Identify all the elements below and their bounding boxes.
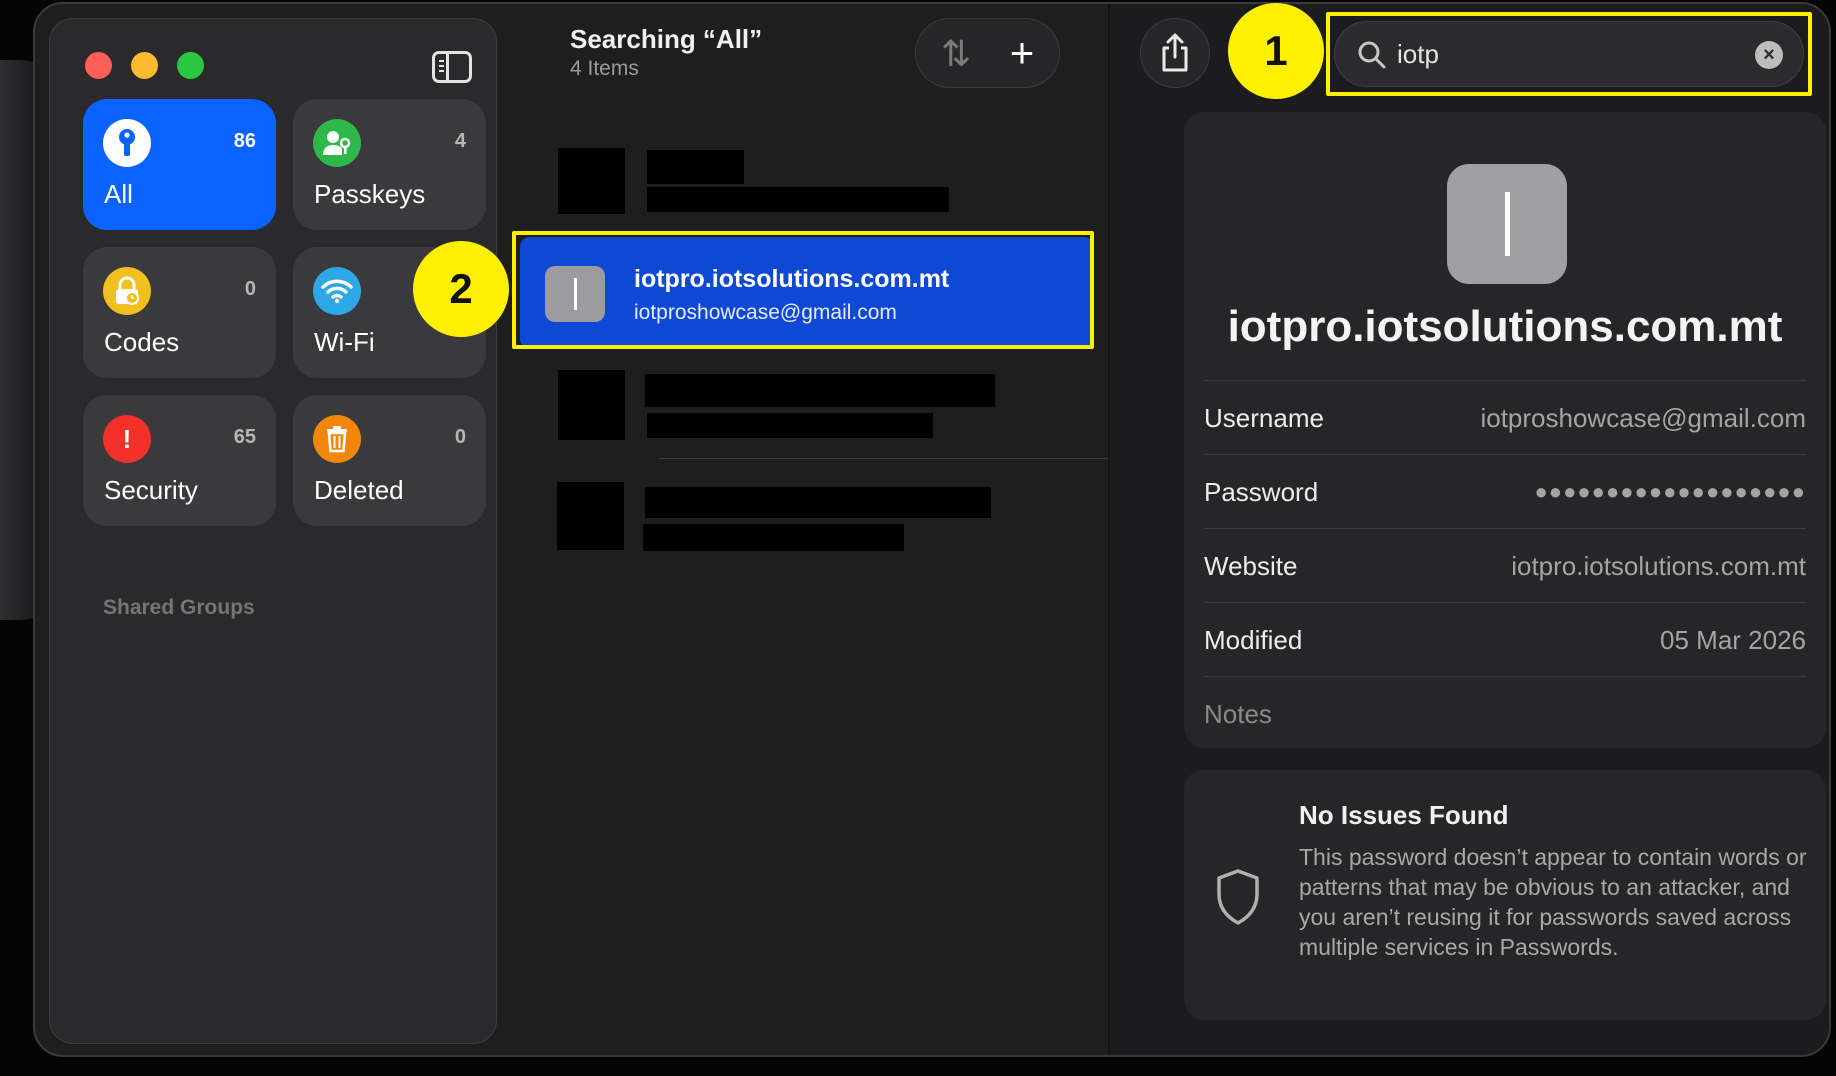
website-value[interactable]: iotpro.iotsolutions.com.mt xyxy=(1511,551,1806,582)
minimize-window-button[interactable] xyxy=(131,52,158,79)
password-value[interactable]: ●●●●●●●●●●●●●●●●●●● xyxy=(1535,479,1806,505)
clear-search-icon[interactable]: × xyxy=(1755,41,1783,69)
redacted-row-title xyxy=(647,150,744,184)
list-toolbar: ⇅ + xyxy=(915,18,1060,88)
detail-pane: iotp × iotpro.iotsolutions.com.mt Userna… xyxy=(1110,4,1829,1055)
search-field[interactable]: iotp × xyxy=(1334,21,1804,87)
redacted-row-subtitle xyxy=(643,524,904,551)
category-label: Codes xyxy=(104,327,180,357)
category-card-deleted[interactable]: 0 Deleted xyxy=(293,395,486,526)
credential-title: iotpro.iotsolutions.com.mt xyxy=(1227,302,1783,351)
category-card-passkeys[interactable]: 4 Passkeys xyxy=(293,99,486,230)
shared-groups-heading: Shared Groups xyxy=(103,596,255,619)
sidebar: 86 All 4 Passkeys 0 Codes Wi-Fi ! 65 Sec… xyxy=(49,18,497,1044)
username-row[interactable]: Username iotproshowcase@gmail.com xyxy=(1204,380,1806,454)
redacted-row-subtitle xyxy=(647,187,949,212)
key-icon xyxy=(103,119,151,167)
passwords-window: 86 All 4 Passkeys 0 Codes Wi-Fi ! 65 Sec… xyxy=(33,2,1831,1057)
list-item-count: 4 Items xyxy=(570,57,639,80)
category-card-codes[interactable]: 0 Codes xyxy=(83,247,276,378)
site-avatar-icon xyxy=(545,266,605,322)
redacted-row-icon xyxy=(557,482,624,550)
person-key-icon xyxy=(313,119,361,167)
zoom-window-button[interactable] xyxy=(177,52,204,79)
category-label: Security xyxy=(104,475,198,505)
redacted-row-title xyxy=(645,374,995,407)
notes-row[interactable]: Notes xyxy=(1204,676,1806,750)
category-card-security[interactable]: ! 65 Security xyxy=(83,395,276,526)
wifi-icon xyxy=(313,267,361,315)
security-recommendation-card: No Issues Found This password doesn’t ap… xyxy=(1184,770,1826,1020)
search-icon xyxy=(1358,41,1386,69)
add-icon[interactable]: + xyxy=(994,29,1050,79)
category-label: Wi-Fi xyxy=(314,327,375,357)
category-label: Deleted xyxy=(314,475,404,505)
list-title: Searching “All” xyxy=(570,24,763,54)
modified-row: Modified 05 Mar 2026 xyxy=(1204,602,1806,676)
redacted-row-title xyxy=(645,487,991,518)
field-label: Website xyxy=(1204,551,1298,581)
annotation-badge-1: 1 xyxy=(1228,3,1324,99)
category-count: 0 xyxy=(244,278,256,300)
lock-clock-icon xyxy=(103,267,151,315)
sidebar-toggle-icon[interactable] xyxy=(432,51,472,83)
shield-icon xyxy=(1217,869,1259,925)
redacted-row-icon xyxy=(558,370,625,440)
sort-icon[interactable]: ⇅ xyxy=(928,29,984,79)
site-avatar-icon xyxy=(1447,164,1567,284)
category-card-all[interactable]: 86 All xyxy=(83,99,276,230)
row-separator xyxy=(659,458,1109,459)
trash-icon xyxy=(313,415,361,463)
item-list-pane: Searching “All” 4 Items ⇅ + iotpro.iotso… xyxy=(511,4,1109,1055)
security-status-title: No Issues Found xyxy=(1299,800,1509,830)
category-label: Passkeys xyxy=(314,179,426,209)
list-item-selected[interactable]: iotpro.iotsolutions.com.mt iotproshowcas… xyxy=(520,237,1094,349)
exclamation-icon: ! xyxy=(103,415,151,463)
search-input[interactable]: iotp xyxy=(1397,39,1439,70)
field-label: Username xyxy=(1204,403,1324,433)
modified-value: 05 Mar 2026 xyxy=(1660,625,1806,655)
redacted-row-icon xyxy=(558,148,625,214)
field-label: Password xyxy=(1204,477,1319,507)
security-status-description: This password doesn’t appear to contain … xyxy=(1299,844,1807,960)
category-count: 86 xyxy=(233,130,256,152)
notes-label: Notes xyxy=(1204,699,1272,729)
category-count: 4 xyxy=(454,130,466,152)
category-label: All xyxy=(104,179,133,209)
share-button[interactable] xyxy=(1140,18,1210,88)
field-label: Modified xyxy=(1204,625,1303,655)
list-item-title: iotpro.iotsolutions.com.mt xyxy=(634,265,950,293)
credential-detail-card: iotpro.iotsolutions.com.mt Username iotp… xyxy=(1184,112,1826,748)
website-row[interactable]: Website iotpro.iotsolutions.com.mt xyxy=(1204,528,1806,602)
redacted-row-subtitle xyxy=(647,413,933,438)
list-item-subtitle: iotproshowcase@gmail.com xyxy=(634,301,897,324)
close-window-button[interactable] xyxy=(85,52,112,79)
username-value[interactable]: iotproshowcase@gmail.com xyxy=(1480,403,1806,434)
category-count: 65 xyxy=(233,426,256,448)
annotation-badge-2: 2 xyxy=(413,241,509,337)
password-row[interactable]: Password ●●●●●●●●●●●●●●●●●●● xyxy=(1204,454,1806,528)
share-icon xyxy=(1162,33,1188,72)
category-count: 0 xyxy=(454,426,466,448)
